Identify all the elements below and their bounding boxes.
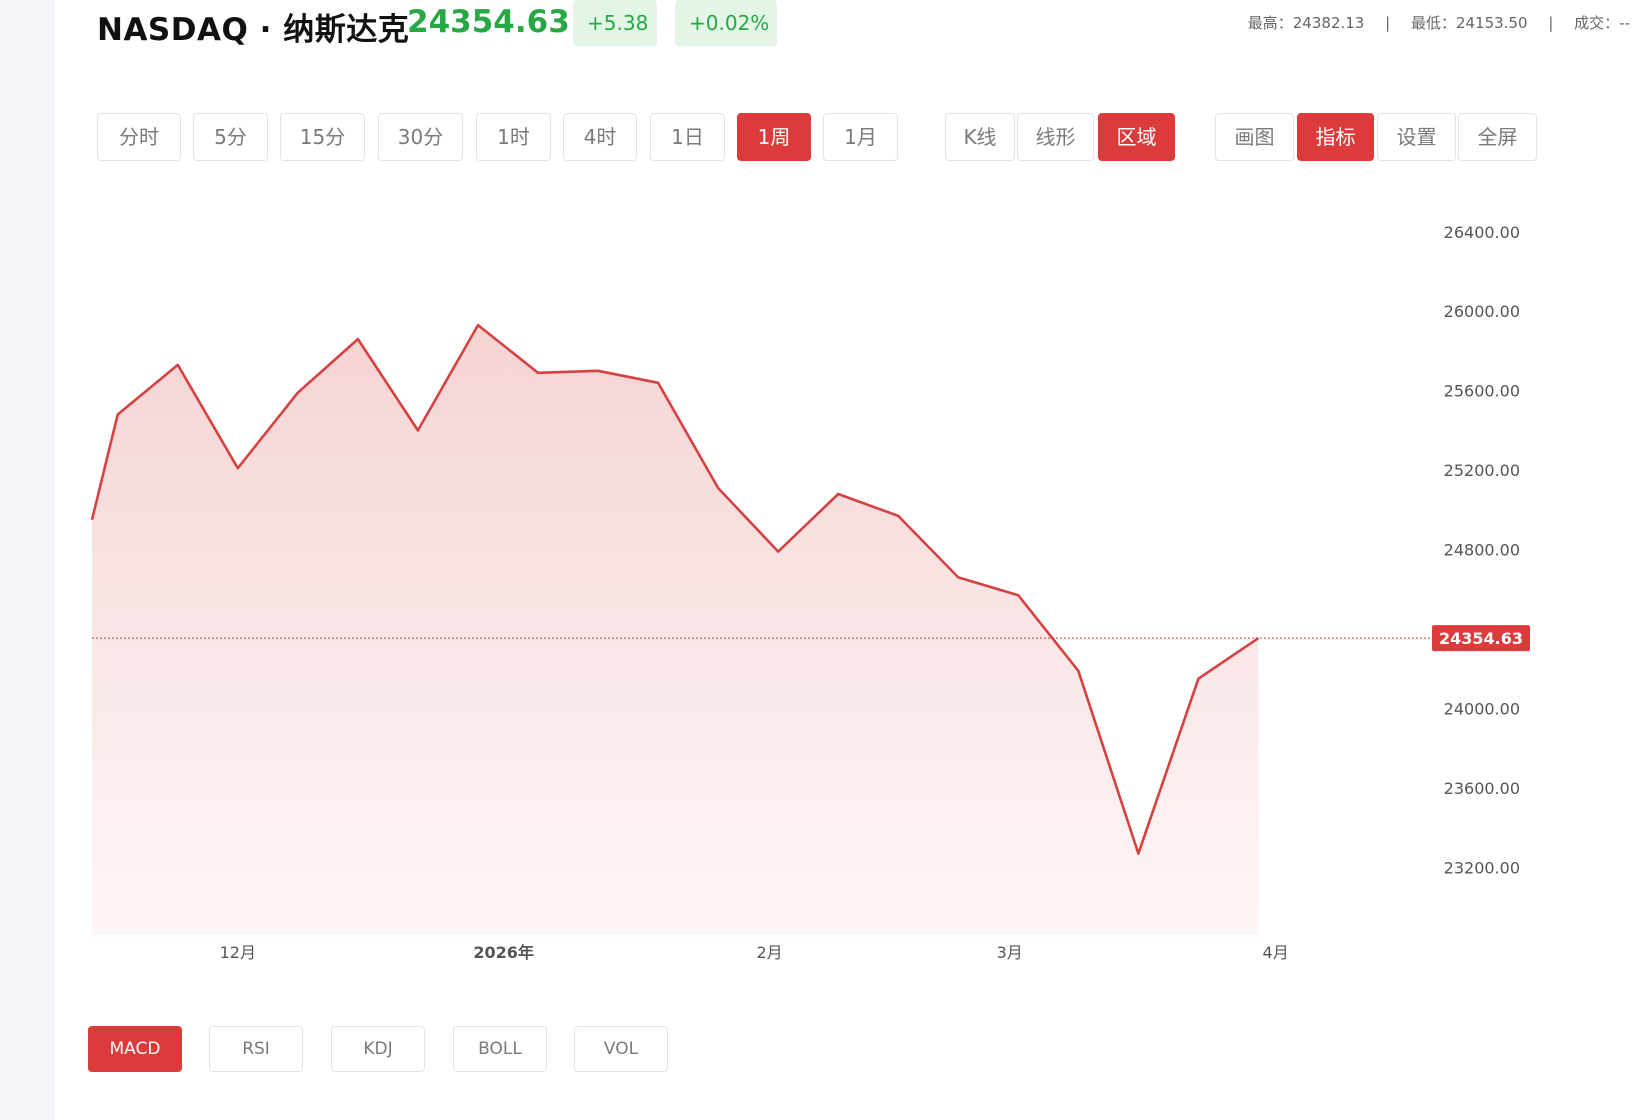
indicator-tab-vol[interactable]: VOL: [574, 1026, 668, 1072]
x-tick-label: 2月: [756, 943, 782, 962]
indicator-tab-boll[interactable]: BOLL: [453, 1026, 547, 1072]
indicator-tab-rsi[interactable]: RSI: [209, 1026, 303, 1072]
y-tick-label: 24800.00: [1444, 541, 1520, 560]
left-sidebar-strip: [0, 0, 55, 1120]
y-tick-label: 26000.00: [1444, 302, 1520, 321]
y-tick-label: 24000.00: [1444, 700, 1520, 719]
price-area-chart[interactable]: 23200.00 23600.00 24000.00 24800.00 25200.00…: [55, 0, 1650, 1000]
area-fill: [92, 325, 1259, 936]
x-tick-label: 12月: [220, 943, 256, 962]
y-tick-label: 23600.00: [1444, 779, 1520, 798]
y-tick-label: 25200.00: [1444, 461, 1520, 480]
indicator-tab-macd[interactable]: MACD: [88, 1026, 182, 1072]
y-tick-label: 26400.00: [1444, 223, 1520, 242]
y-tick-label: 23200.00: [1444, 858, 1520, 877]
indicator-tab-kdj[interactable]: KDJ: [331, 1026, 425, 1072]
x-tick-label: 4月: [1263, 943, 1289, 962]
chart-app: NASDAQ · 纳斯达克 24354.63 +5.38 +0.02% 最高：2…: [55, 0, 1650, 1120]
y-tick-label: 25600.00: [1444, 382, 1520, 401]
x-tick-label: 3月: [997, 943, 1023, 962]
last-price-tag-label: 24354.63: [1439, 629, 1523, 648]
x-tick-label: 2026年: [473, 943, 534, 962]
